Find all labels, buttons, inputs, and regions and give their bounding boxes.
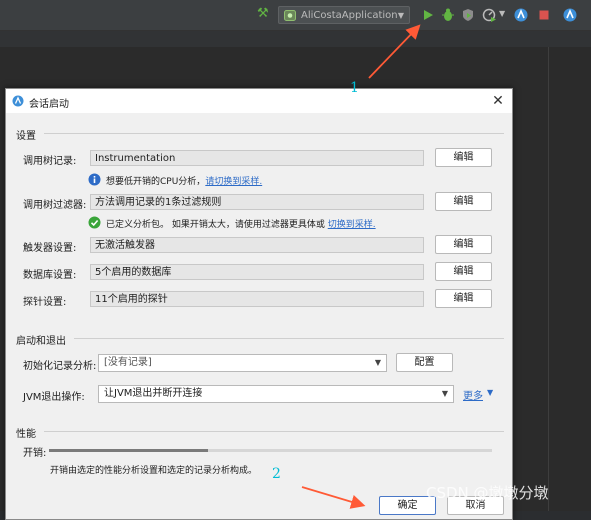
annotation-step-2: 2 xyxy=(272,466,281,482)
arrow-to-profile-button xyxy=(368,24,421,79)
annotation-step-1: 1 xyxy=(350,80,359,96)
annotation-arrows xyxy=(301,24,421,509)
arrow-to-ok-button xyxy=(301,486,366,509)
csdn-watermark: CSDN @墩墩分墩 xyxy=(426,484,549,502)
